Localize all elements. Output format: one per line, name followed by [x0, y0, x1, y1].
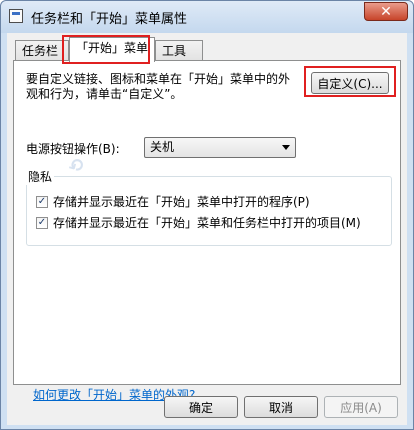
privacy-option-programs[interactable]: ✓ 存储并显示最近在「开始」菜单中打开的程序(P): [36, 193, 310, 210]
chevron-down-icon: [282, 145, 290, 150]
customize-button[interactable]: 自定义(C)...: [311, 72, 389, 94]
power-button-value: 关机: [150, 140, 175, 154]
ok-button[interactable]: 确定: [164, 396, 238, 418]
checkbox-items[interactable]: ✓: [36, 216, 48, 229]
privacy-option-items[interactable]: ✓ 存储并显示最近在「开始」菜单和任务栏中打开的项目(M): [36, 214, 361, 231]
tab-toolbars[interactable]: 工具栏: [155, 40, 203, 78]
taskbar-properties-icon: [9, 9, 23, 23]
privacy-option-items-label: 存储并显示最近在「开始」菜单和任务栏中打开的项目(M): [53, 216, 361, 230]
properties-dialog: 任务栏和「开始」菜单属性 ✕ 任务栏 「开始」菜单 工具栏 ⟲ 要自定义链接、图…: [0, 0, 414, 430]
privacy-group-title: 隐私: [26, 168, 55, 185]
window-title: 任务栏和「开始」菜单属性: [31, 12, 188, 27]
cancel-button[interactable]: 取消: [244, 396, 318, 418]
checkbox-programs[interactable]: ✓: [36, 195, 48, 208]
privacy-option-programs-label: 存储并显示最近在「开始」菜单中打开的程序(P): [53, 195, 310, 209]
tab-start-menu[interactable]: 「开始」菜单: [69, 37, 155, 62]
close-icon: ✕: [380, 3, 392, 20]
dialog-client-area: 任务栏 「开始」菜单 工具栏 ⟲ 要自定义链接、图标和菜单在「开始」菜单中的外观…: [7, 33, 407, 425]
start-menu-panel: ⟲ 要自定义链接、图标和菜单在「开始」菜单中的外观和行为，请单击“自定义”。 自…: [13, 60, 401, 402]
power-button-select[interactable]: 关机: [144, 137, 296, 158]
tab-taskbar[interactable]: 任务栏: [15, 40, 69, 60]
privacy-group: [26, 176, 392, 246]
apply-button[interactable]: 应用(A): [324, 396, 398, 418]
title-bar: 任务栏和「开始」菜单属性 ✕: [1, 1, 413, 33]
power-button-label: 电源按钮操作(B):: [26, 142, 120, 156]
customize-description: 要自定义链接、图标和菜单在「开始」菜单中的外观和行为，请单击“自定义”。: [26, 72, 291, 101]
close-button[interactable]: ✕: [364, 2, 408, 21]
